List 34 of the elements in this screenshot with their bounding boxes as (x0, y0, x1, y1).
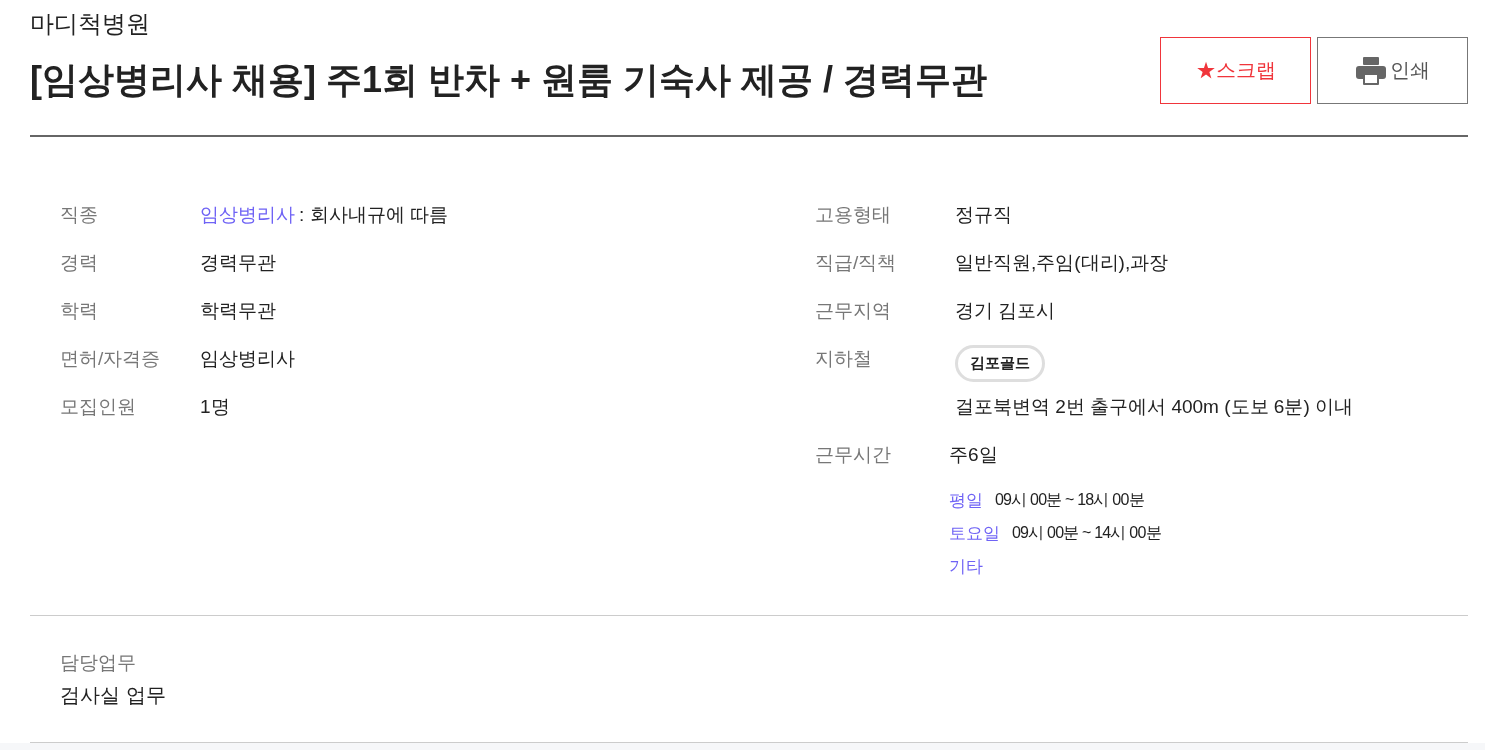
field-value: 학력무관 (200, 299, 276, 323)
field-value: 임상병리사 (200, 347, 295, 371)
section-label: 담당업무 (60, 651, 136, 675)
field-label: 경력 (60, 251, 99, 275)
field-value: 경기 김포시 (955, 299, 1056, 323)
printer-icon (1355, 56, 1386, 85)
field-value: 정규직 (955, 203, 1012, 227)
field-value: 1명 (200, 395, 230, 419)
job-category-link[interactable]: 임상병리사 (200, 191, 295, 239)
field-value: : 회사내규에 따름 (299, 203, 448, 227)
scrap-button[interactable]: ★스크랩 (1160, 37, 1311, 104)
field-label: 지하철 (815, 347, 873, 371)
company-name: 마디척병원 (30, 9, 150, 39)
schedule-day: 기타 (949, 555, 983, 578)
field-label: 근무지역 (815, 299, 892, 323)
field-label: 직종 (60, 203, 99, 227)
field-value: 일반직원,주임(대리),과장 (955, 251, 1169, 275)
work-days: 주6일 (949, 431, 998, 479)
job-title: [임상병리사 채용] 주1회 반차 + 원룸 기숙사 제공 / 경력무관 (30, 58, 988, 102)
field-label: 학력 (60, 299, 99, 323)
station-info: 걸포북변역 2번 출구에서 400m (도보 6분) 이내 (955, 395, 1353, 419)
field-label: 직급/직책 (815, 251, 898, 275)
field-label: 모집인원 (60, 395, 137, 419)
field-label: 면허/자격증 (60, 347, 162, 371)
field-label: 근무시간 (815, 443, 892, 467)
schedule-time: 09시 00분 ~ 18시 00분 (995, 490, 1144, 510)
duties-text: 검사실 업무 (60, 683, 166, 708)
subway-line-badge: 김포골드 (955, 344, 1045, 382)
schedule-time: 09시 00분 ~ 14시 00분 (1012, 523, 1161, 543)
schedule-day: 평일 (949, 489, 983, 512)
field-label: 고용형태 (815, 203, 892, 227)
field-value: 경력무관 (200, 251, 276, 275)
print-button[interactable]: 인쇄 (1317, 37, 1468, 104)
schedule-day: 토요일 (949, 522, 1000, 545)
